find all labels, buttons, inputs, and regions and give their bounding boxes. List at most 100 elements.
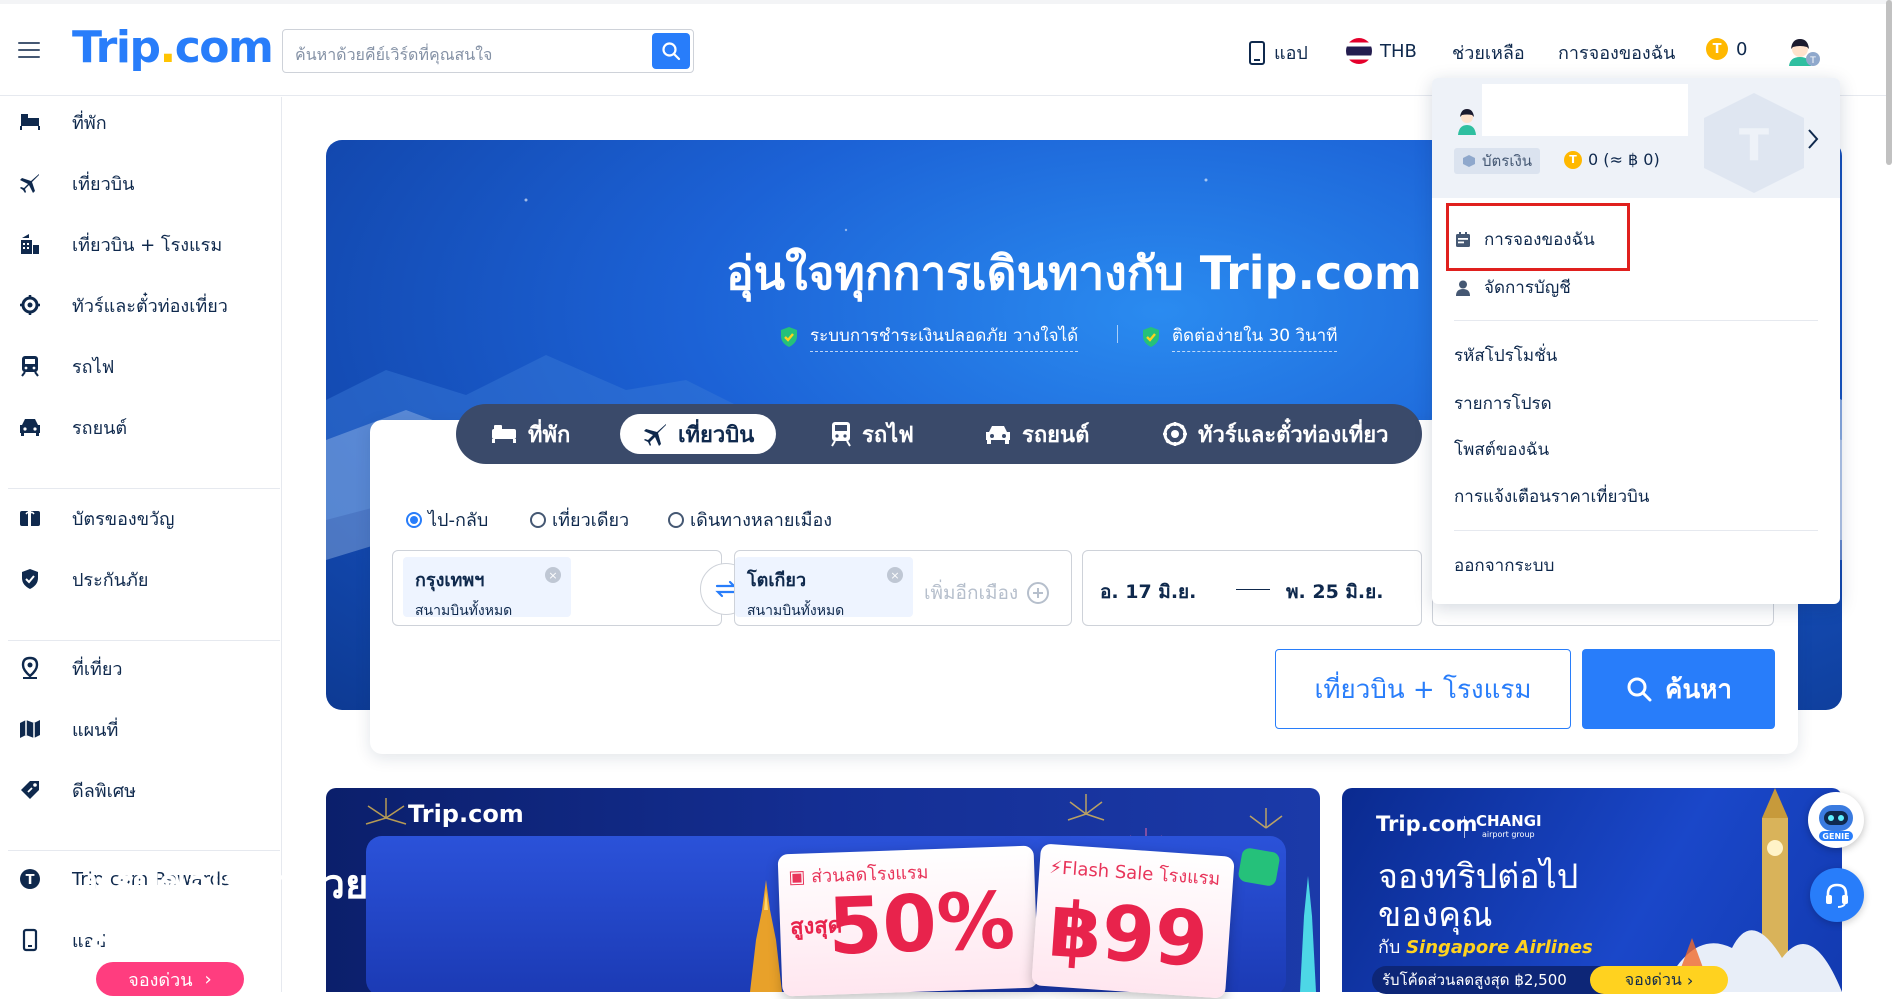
user-avatar-icon	[1458, 109, 1476, 135]
sidebar-item-10[interactable]: ดีลพิเศษ	[0, 770, 282, 810]
car-icon	[18, 415, 42, 439]
menu-my-posts[interactable]: โพสต์ของฉัน	[1454, 436, 1549, 463]
sidebar-item-6[interactable]: บัตรของขวัญ	[0, 498, 282, 538]
deals-tag-icon	[18, 778, 42, 802]
sidebar-item-label: แผนที่	[72, 719, 119, 741]
tab-flights[interactable]: เที่ยวบิน	[620, 414, 777, 454]
sidebar-item-4[interactable]: รถไฟ	[0, 346, 282, 386]
account-header[interactable]: T บัตรเงิน T 0 (≈ ฿ 0)	[1432, 78, 1840, 198]
attraction-icon	[1163, 422, 1187, 446]
add-city-button[interactable]: เพิ่มอีกเมือง	[924, 578, 1050, 608]
sidebar-item-5[interactable]: รถยนต์	[0, 407, 282, 447]
flight-hotel-button[interactable]: เที่ยวบิน + โรงแรม	[1275, 649, 1571, 729]
destination-chip[interactable]: โตเกียว สนามบินทั้งหมด ×	[735, 557, 913, 619]
trip-type-one-way[interactable]: เที่ยวเดียว	[530, 505, 629, 534]
tab-cars[interactable]: รถยนต์	[962, 414, 1111, 454]
chevron-right-icon[interactable]	[1806, 128, 1820, 150]
search-flights-button[interactable]: ค้นหา	[1582, 649, 1775, 729]
promo-card-hotel-discount[interactable]: ▣ ส่วนลดโรงแรม สูงสุด 50%	[777, 845, 1039, 997]
sidebar-divider	[8, 640, 280, 641]
user-avatar[interactable]: T	[1784, 36, 1824, 68]
tower-icon	[1300, 876, 1316, 992]
hero-title: อุ่นใจทุกการเดินทางกับ Trip.com	[726, 246, 1422, 300]
tab-attractions[interactable]: ทัวร์และตั๋วท่องเที่ยว	[1140, 414, 1411, 454]
search-button[interactable]	[652, 33, 690, 69]
chevron-right-icon: ›	[204, 968, 212, 990]
phone-icon	[18, 928, 42, 952]
menu-sign-out[interactable]: ออกจากระบบ	[1454, 552, 1554, 579]
sidebar-item-2[interactable]: เที่ยวบิน + โรงแรม	[0, 224, 282, 264]
rewards-icon: T	[18, 867, 42, 891]
depart-date[interactable]: อ. 17 มิ.ย.	[1100, 577, 1196, 607]
sidebar-item-label: ที่พัก	[72, 112, 107, 134]
shield-icon	[18, 567, 42, 591]
remove-origin-icon[interactable]: ×	[545, 567, 561, 583]
hamburger-menu-icon[interactable]	[18, 42, 40, 58]
person-icon	[1456, 280, 1470, 296]
phone-icon	[1249, 40, 1265, 65]
promo-value: ฿99	[1046, 884, 1211, 985]
trip-coins-balance[interactable]: T 0 (≈ ฿ 0)	[1564, 150, 1660, 169]
search-placeholder: ค้นหาด้วยคีย์เวิร์ดที่คุณสนใจ	[295, 45, 493, 64]
menu-promo-codes[interactable]: รหัสโปรโมชั่น	[1454, 342, 1557, 369]
tab-trains[interactable]: รถไฟ	[808, 414, 936, 454]
silver-badge-icon	[1463, 155, 1475, 167]
sidebar-item-7[interactable]: ประกันภัย	[0, 559, 282, 599]
partner-logo-sub: airport group	[1482, 830, 1535, 839]
plane-icon	[18, 171, 42, 195]
sidebar-item-0[interactable]: ที่พัก	[0, 102, 282, 142]
sidebar-divider	[8, 488, 280, 489]
menu-favorites[interactable]: รายการโปรด	[1454, 390, 1552, 417]
remove-destination-icon[interactable]: ×	[887, 567, 903, 583]
return-date[interactable]: พ. 25 มิ.ย.	[1286, 577, 1384, 607]
sidebar-item-label: ที่เที่ยว	[72, 658, 123, 680]
tab-hotels[interactable]: ที่พัก	[468, 414, 592, 454]
headset-icon	[1826, 883, 1848, 908]
banner-book-now-button[interactable]: จองด่วน ›	[96, 962, 244, 996]
trip-coin-icon: T	[1564, 150, 1582, 169]
svg-text:T: T	[1809, 56, 1816, 66]
svg-text:GENIE: GENIE	[1822, 832, 1849, 841]
origin-field[interactable]: กรุงเทพฯ สนามบินทั้งหมด ×	[392, 550, 722, 626]
plus-circle-icon	[1027, 582, 1050, 604]
currency-selector[interactable]: THB	[1346, 38, 1417, 64]
brand-divider	[1464, 816, 1465, 838]
car-icon	[986, 426, 1010, 444]
partner-logo: CHANGI	[1476, 812, 1542, 830]
trip-com-logo[interactable]: Trip.com	[72, 22, 274, 73]
menu-manage-account[interactable]: จัดการบัญชี	[1454, 274, 1571, 301]
sidebar-item-label: ดีลพิเศษ	[72, 780, 137, 802]
trip-coins-link[interactable]: T 0	[1706, 38, 1747, 60]
annotation-highlight-box	[1446, 203, 1630, 271]
gift-card-icon	[18, 506, 42, 530]
genie-assistant-button[interactable]: GENIE	[1808, 792, 1864, 848]
search-input[interactable]: ค้นหาด้วยคีย์เวิร์ดที่คุณสนใจ	[282, 29, 694, 73]
help-link[interactable]: ช่วยเหลือ	[1452, 38, 1525, 67]
shield-check-icon	[781, 327, 797, 347]
sidebar-item-1[interactable]: เที่ยวบิน	[0, 163, 282, 203]
banner2-book-now-button[interactable]: จองด่วน ›	[1590, 966, 1728, 994]
sidebar-item-8[interactable]: ที่เที่ยว	[0, 648, 282, 688]
banner-brand: Trip.com	[408, 800, 524, 828]
origin-chip[interactable]: กรุงเทพฯ สนามบินทั้งหมด ×	[403, 557, 571, 619]
banner2-airline: กับ Singapore Airlines	[1378, 937, 1593, 958]
trip-type-round-trip[interactable]: ไป-กลับ	[406, 505, 488, 534]
plane-icon	[644, 424, 666, 446]
svg-text:T: T	[1739, 120, 1769, 171]
attraction-icon	[18, 293, 42, 317]
page-scrollbar[interactable]	[1886, 0, 1892, 165]
my-bookings-link[interactable]: การจองของฉัน	[1558, 38, 1675, 67]
app-link[interactable]: แอป	[1248, 38, 1308, 67]
banner2-headline: จองทริปต่อไป ของคุณ	[1378, 857, 1579, 935]
search-icon	[1627, 677, 1652, 702]
shield-check-icon	[1143, 327, 1159, 347]
promo-card-flash-sale[interactable]: ⚡Flash Sale โรงแรม ฿99	[1031, 843, 1235, 999]
trip-type-multi-city[interactable]: เดินทางหลายเมือง	[668, 505, 832, 534]
menu-flight-price-alerts[interactable]: การแจ้งเตือนราคาเที่ยวบิน	[1454, 483, 1649, 510]
membership-tier-badge[interactable]: บัตรเงิน	[1454, 148, 1541, 174]
sidebar-item-9[interactable]: แผนที่	[0, 709, 282, 749]
hotel-icon	[18, 110, 42, 134]
customer-support-button[interactable]	[1810, 868, 1864, 922]
sidebar-item-3[interactable]: ทัวร์และตั๋วท่องเที่ยว	[0, 285, 282, 325]
date-separator	[1236, 589, 1270, 590]
